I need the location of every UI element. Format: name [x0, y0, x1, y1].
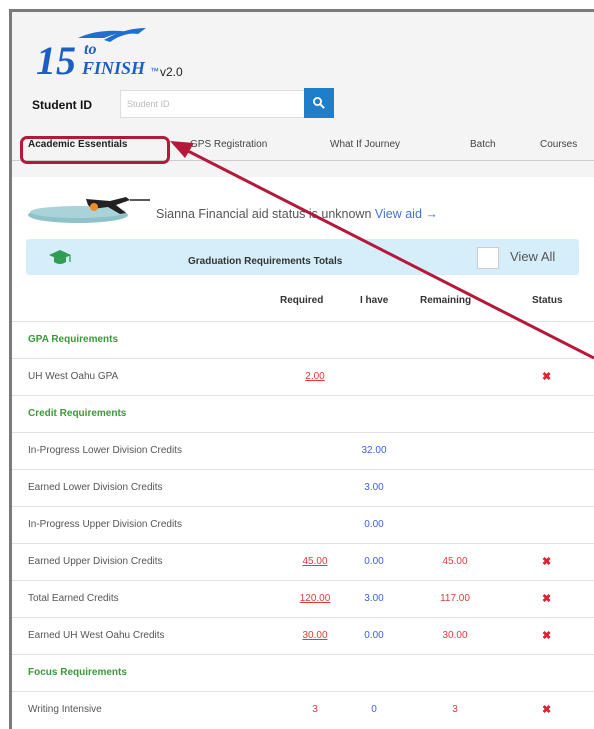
x-mark-icon: ✖	[542, 630, 552, 642]
view-all-checkbox[interactable]	[477, 247, 499, 269]
remaining-value: 30.00	[442, 630, 468, 641]
header: 15 to FINISH ™ v2.0 Student ID Academic …	[12, 12, 594, 177]
required-value[interactable]: 45.00	[295, 556, 335, 567]
main-content: Sianna Financial aid status is unknown V…	[12, 177, 594, 729]
x-mark-icon: ✖	[542, 371, 552, 383]
have-value: 0.00	[364, 630, 384, 641]
table-row: Total Earned Credits 120.00 3.00 117.00 …	[12, 580, 594, 617]
row-label: Earned Upper Division Credits	[28, 556, 163, 567]
required-value[interactable]: 2.00	[295, 371, 335, 382]
row-label: Credit Requirements	[28, 408, 127, 419]
tab-what-if-journey[interactable]: What If Journey	[330, 128, 400, 162]
required-value[interactable]: 120.00	[295, 593, 335, 604]
remaining-value: 3	[452, 704, 458, 715]
tab-batch[interactable]: Batch	[470, 128, 496, 162]
x-mark-icon: ✖	[542, 593, 552, 605]
column-status: Status	[532, 295, 563, 306]
logo-tm: ™	[150, 66, 159, 76]
student-id-input[interactable]	[120, 90, 310, 118]
table-row: Earned Upper Division Credits 45.00 0.00…	[12, 543, 594, 580]
have-value: 0.00	[364, 519, 384, 530]
have-value: 3.00	[364, 482, 384, 493]
remaining-value: 45.00	[442, 556, 468, 567]
column-required: Required	[280, 295, 324, 306]
logo: 15 to FINISH ™ v2.0	[34, 24, 194, 84]
table-row: Earned UH West Oahu Credits 30.00 0.00 3…	[12, 617, 594, 654]
table-row: In-Progress Upper Division Credits 0.00	[12, 506, 594, 543]
table-row: UH West Oahu GPA 2.00 ✖	[12, 358, 594, 395]
financial-aid-text: Sianna Financial aid status is unknown	[156, 207, 372, 221]
view-aid-link[interactable]: View aid →	[375, 207, 438, 221]
have-value: 0.00	[364, 556, 384, 567]
financial-aid-row: Sianna Financial aid status is unknown V…	[12, 187, 594, 227]
row-label: In-Progress Lower Division Credits	[28, 445, 182, 456]
view-all-label: View All	[510, 249, 556, 264]
x-mark-icon: ✖	[542, 556, 552, 568]
table-row: Earned Lower Division Credits 3.00	[12, 469, 594, 506]
required-value: 3	[312, 704, 318, 715]
table-row: In-Progress Lower Division Credits 32.00	[12, 432, 594, 469]
section-focus-requirements: Focus Requirements	[12, 654, 594, 691]
row-label: UH West Oahu GPA	[28, 371, 119, 382]
column-have: I have	[360, 295, 389, 306]
row-label: Total Earned Credits	[28, 593, 119, 604]
row-label: GPA Requirements	[28, 334, 119, 345]
required-value[interactable]: 30.00	[295, 630, 335, 641]
remaining-value: 117.00	[440, 593, 470, 604]
row-label: Writing Intensive	[28, 704, 102, 715]
logo-to: to	[84, 41, 96, 58]
logo-number: 15	[36, 38, 76, 83]
tab-gps-registration[interactable]: GPS Registration	[190, 128, 267, 162]
graduation-requirements-title: Graduation Requirements Totals	[188, 256, 343, 267]
search-icon	[313, 97, 325, 109]
search-button[interactable]	[304, 88, 334, 118]
tab-bar: Academic Essentials GPS Registration Wha…	[12, 128, 594, 162]
column-remaining: Remaining	[420, 295, 472, 306]
logo-15-to-finish-icon: 15 to FINISH ™ v2.0	[36, 28, 183, 83]
app-version: v2.0	[160, 65, 183, 79]
tab-academic-essentials[interactable]: Academic Essentials	[28, 128, 128, 162]
tab-courses[interactable]: Courses	[540, 128, 577, 162]
student-id-label: Student ID	[32, 98, 92, 112]
have-value: 3.00	[364, 593, 384, 604]
app-window: 15 to FINISH ™ v2.0 Student ID Academic …	[9, 9, 594, 729]
graduation-cap-icon	[49, 250, 71, 264]
row-label: Focus Requirements	[28, 667, 127, 678]
row-label: In-Progress Upper Division Credits	[28, 519, 182, 530]
plane-icon	[28, 197, 150, 223]
section-credit-requirements: Credit Requirements	[12, 395, 594, 432]
x-mark-icon: ✖	[542, 704, 552, 716]
have-value: 32.00	[361, 445, 387, 456]
logo-finish: FINISH	[81, 58, 146, 78]
table-row: Writing Intensive 3 0 3 ✖	[12, 691, 594, 728]
row-label: Earned UH West Oahu Credits	[28, 630, 165, 641]
have-value: 0	[371, 704, 377, 715]
row-label: Earned Lower Division Credits	[28, 482, 163, 493]
section-gpa-requirements: GPA Requirements	[12, 321, 594, 358]
tab-divider	[12, 160, 594, 161]
financial-aid-status: Sianna Financial aid status is unknown V…	[156, 207, 438, 221]
